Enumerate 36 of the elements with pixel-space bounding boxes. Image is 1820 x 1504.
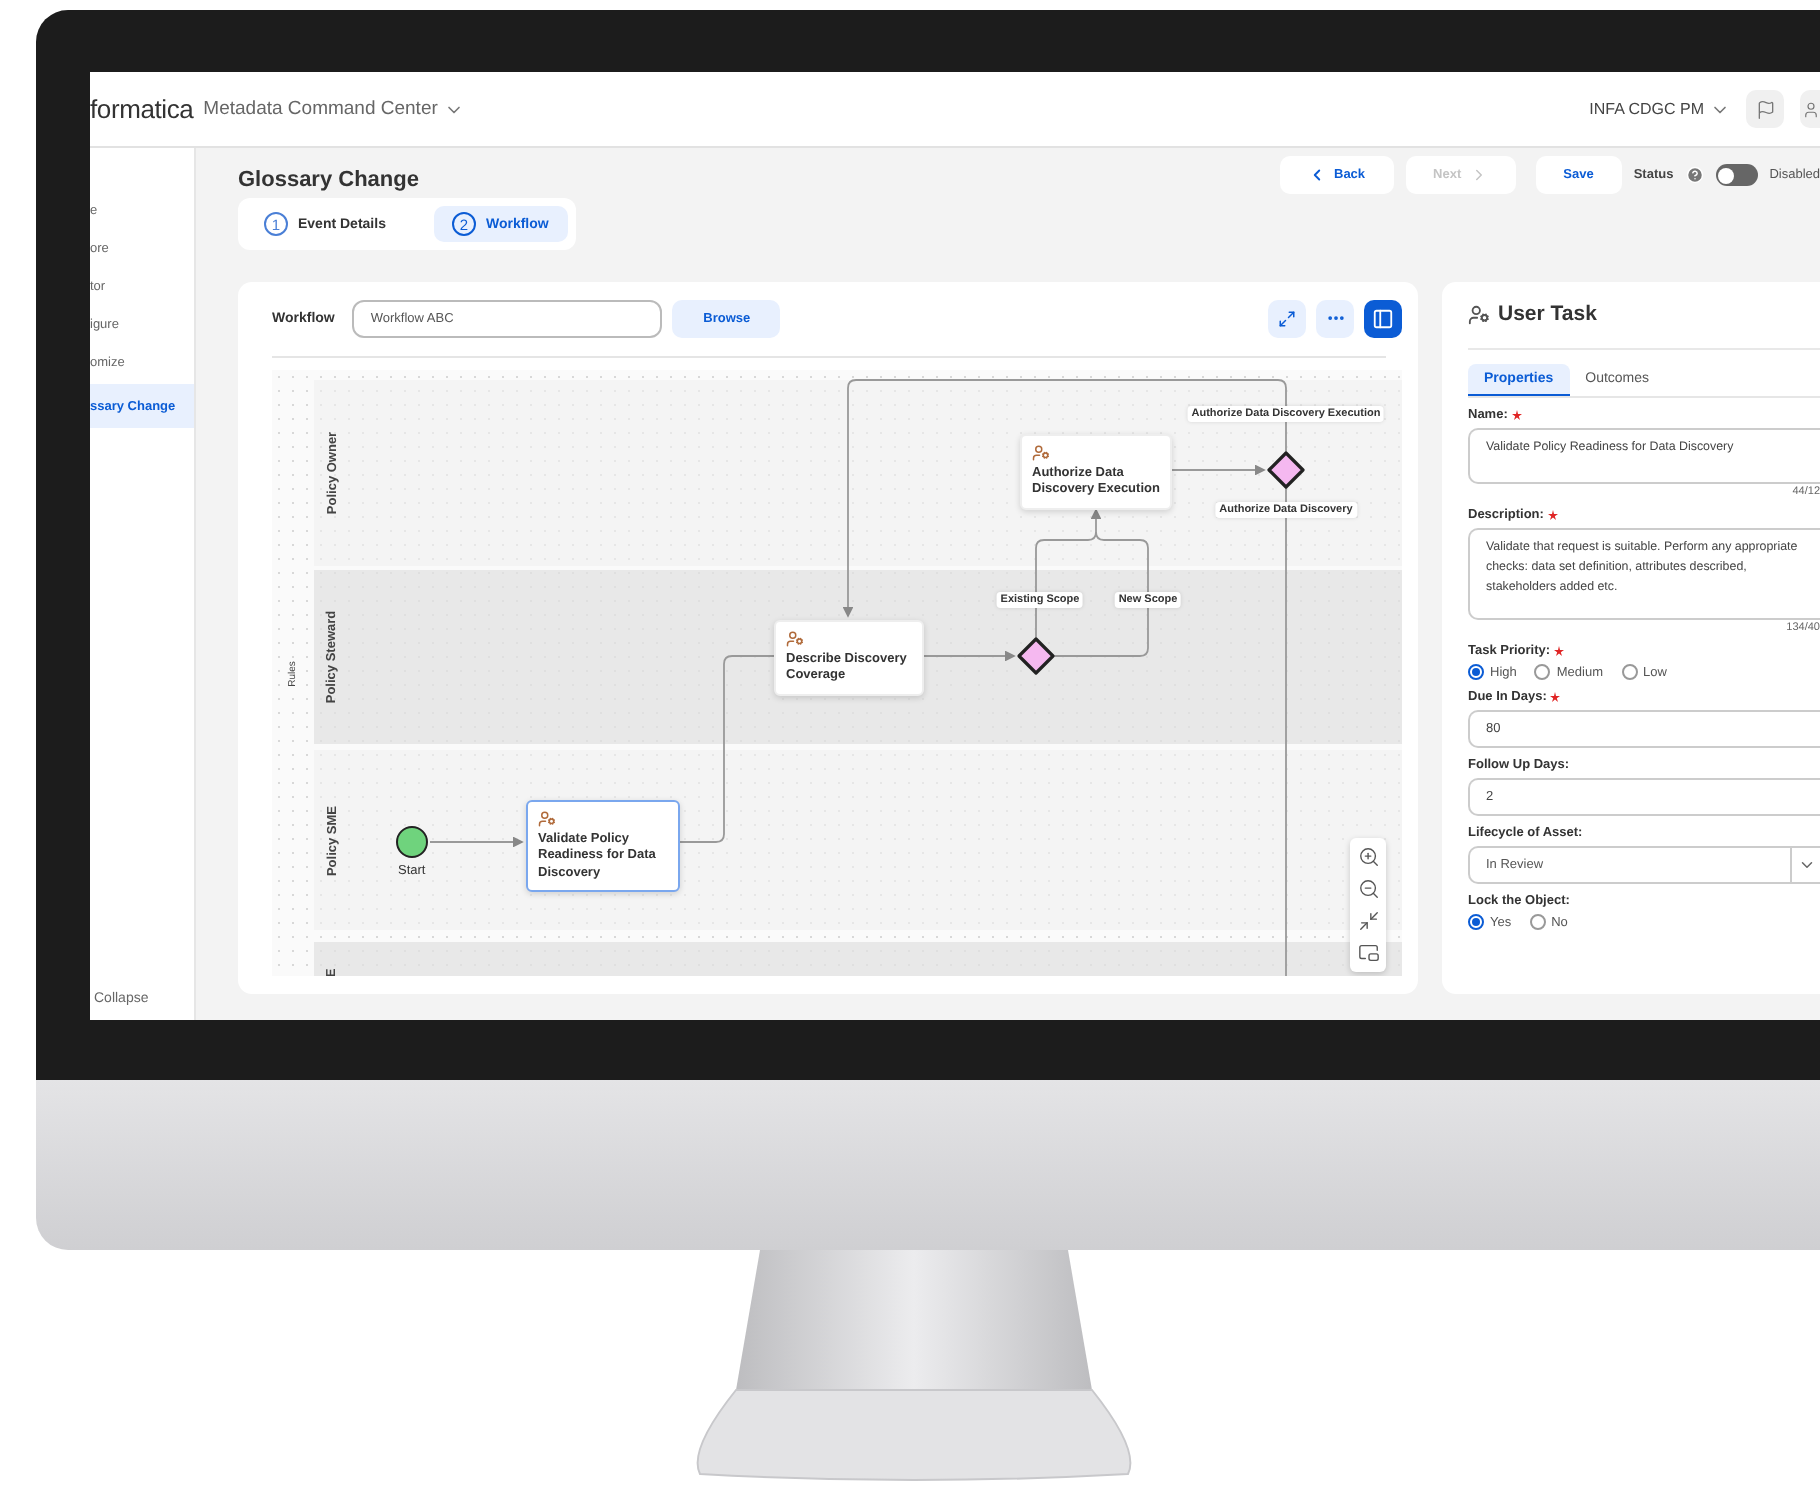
chevron-left-icon — [1308, 166, 1326, 184]
gateway-diamond — [1266, 450, 1306, 490]
radio-button[interactable] — [1468, 914, 1484, 930]
product-name[interactable]: Metadata Command Center — [203, 98, 438, 120]
help-icon — [1685, 166, 1704, 184]
radio-button[interactable] — [1534, 664, 1551, 680]
flag-icon — [1755, 99, 1775, 119]
zoom-out-icon[interactable] — [1357, 878, 1379, 900]
start-event — [396, 826, 428, 858]
radio-button[interactable] — [1468, 664, 1484, 680]
flag-button[interactable] — [1746, 90, 1784, 128]
connector-line — [429, 836, 524, 848]
panel-icon — [1372, 307, 1394, 329]
expand-button[interactable] — [1268, 299, 1306, 337]
user-gear-icon — [538, 810, 556, 828]
org-name[interactable]: INFA CDGC PM — [1589, 100, 1704, 118]
page-title: Glossary Change — [238, 168, 419, 192]
caret-icon — [1797, 856, 1815, 874]
brand-name: formatica — [90, 94, 194, 124]
fit-icon[interactable] — [1357, 910, 1379, 932]
minimap-icon[interactable] — [1357, 942, 1379, 964]
user-gear-icon — [1032, 444, 1050, 462]
user-button[interactable] — [1800, 90, 1820, 128]
user-gear-icon — [786, 630, 804, 648]
radio-button[interactable] — [1529, 914, 1546, 930]
expand-icon — [1278, 309, 1296, 327]
radio-button[interactable] — [1621, 664, 1637, 680]
more-button[interactable] — [1316, 299, 1354, 337]
connector-line — [923, 650, 1016, 662]
panel-toggle-button[interactable] — [1364, 299, 1402, 337]
user-icon — [1802, 99, 1820, 119]
user-gear-icon — [1468, 303, 1490, 325]
zoom-in-icon[interactable] — [1357, 846, 1379, 868]
panel-title: User Task — [1498, 302, 1597, 326]
status-toggle[interactable] — [1715, 164, 1758, 186]
gateway-diamond — [1016, 636, 1056, 676]
